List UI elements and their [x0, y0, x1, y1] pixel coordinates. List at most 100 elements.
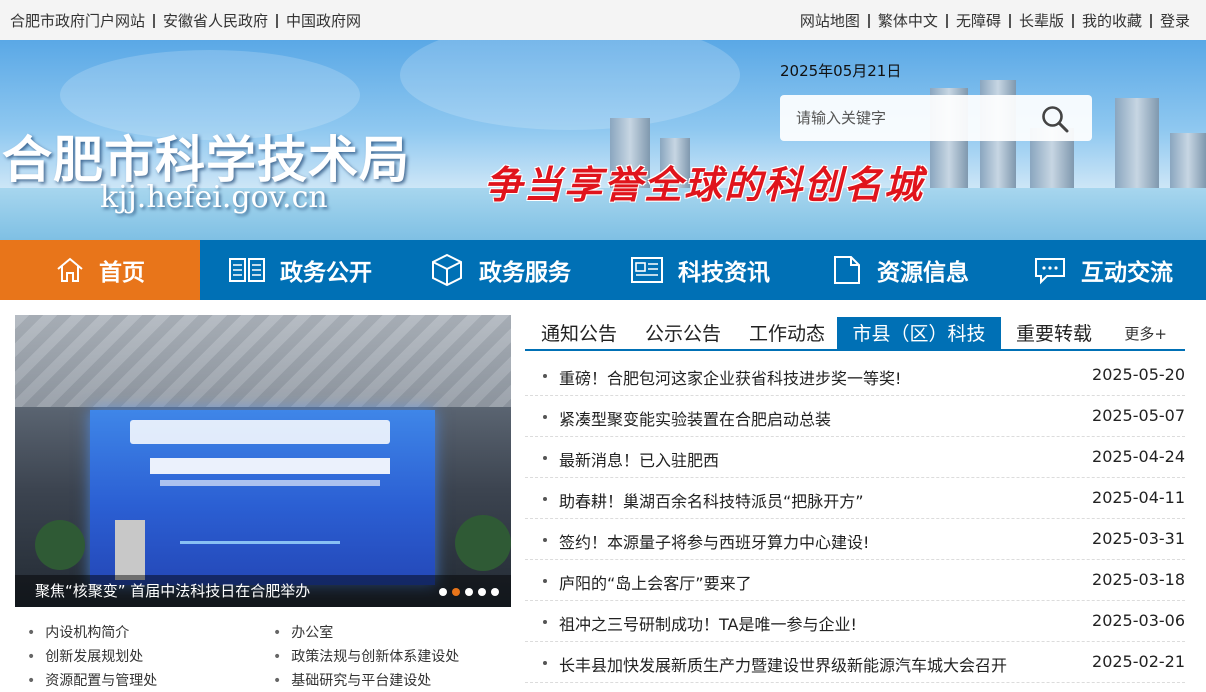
- org-link[interactable]: 办公室: [273, 622, 333, 642]
- slogan: 争当享誉全球的科创名城: [484, 162, 925, 207]
- list-item[interactable]: 签约！本源量子将参与西班牙算力中心建设! 2025-03-31: [525, 519, 1185, 560]
- carousel-photo-plant: [455, 515, 511, 571]
- bullet-icon: [543, 374, 547, 378]
- nav-label: 政务服务: [479, 260, 571, 286]
- link-anhui-gov[interactable]: 安徽省人民政府: [163, 10, 268, 31]
- list-item[interactable]: 庐阳的“岛上会客厅”要来了 2025-03-18: [525, 560, 1185, 601]
- news-title: 庐阳的“岛上会客厅”要来了: [559, 574, 752, 593]
- news-tabs: 通知公告 公示公告 工作动态 市县（区）科技 重要转载 更多+: [525, 315, 1185, 351]
- news-date: 2025-03-18: [1092, 570, 1185, 589]
- building-decoration: [1115, 98, 1159, 188]
- news-title: 长丰县加快发展新质生产力暨建设世界级新能源汽车城大会召开: [559, 656, 1008, 675]
- screen-text-shape: [160, 480, 380, 486]
- link-accessibility[interactable]: 无障碍: [956, 10, 1001, 31]
- search-icon[interactable]: [1040, 104, 1070, 134]
- search-input[interactable]: [780, 95, 1030, 141]
- news-date: 2025-02-21: [1092, 652, 1185, 671]
- bullet-icon: [543, 497, 547, 501]
- org-link[interactable]: 资源配置与管理处: [27, 670, 157, 690]
- list-item[interactable]: 祖冲之三号研制成功！TA是唯一参与企业! 2025-03-06: [525, 601, 1185, 642]
- list-item[interactable]: 助春耕！巢湖百余名科技特派员“把脉开方” 2025-04-11: [525, 478, 1185, 519]
- carousel-photo-podium: [115, 520, 145, 580]
- nav-label: 首页: [99, 260, 145, 286]
- main-nav: 首页 政务公开 政务服务 科技资讯 资源信息 互动交流: [0, 240, 1206, 300]
- carousel-dot[interactable]: [491, 588, 499, 596]
- news-title: 最新消息！已入驻肥西: [559, 451, 720, 470]
- bullet-icon: [543, 415, 547, 419]
- book-icon: [229, 258, 265, 282]
- site-domain: kjj.hefei.gov.cn: [100, 180, 328, 215]
- tab-work-updates[interactable]: 工作动态: [735, 317, 839, 351]
- link-china-gov[interactable]: 中国政府网: [286, 10, 361, 31]
- nav-government-affairs[interactable]: 政务公开: [200, 240, 400, 300]
- news-title: 紧凑型聚变能实验装置在合肥启动总装: [559, 410, 832, 429]
- tab-county-district-tech[interactable]: 市县（区）科技: [837, 317, 1001, 351]
- bullet-icon: [543, 456, 547, 460]
- news-date: 2025-05-07: [1092, 406, 1185, 425]
- list-item[interactable]: 紧凑型聚变能实验装置在合肥启动总装 2025-05-07: [525, 396, 1185, 437]
- org-link[interactable]: 政策法规与创新体系建设处: [273, 646, 459, 666]
- divider: [1071, 13, 1074, 28]
- carousel-dot[interactable]: [478, 588, 486, 596]
- news-date: 2025-05-20: [1092, 365, 1185, 384]
- current-date: 2025年05月21日: [780, 62, 902, 80]
- news-panel: 通知公告 公示公告 工作动态 市县（区）科技 重要转载 更多+ 重磅！合肥包河这…: [525, 315, 1185, 692]
- bullet-icon: [543, 538, 547, 542]
- home-icon: [57, 257, 83, 282]
- org-link[interactable]: 创新发展规划处: [27, 646, 143, 666]
- tab-public-announcements[interactable]: 公示公告: [631, 317, 735, 351]
- link-my-favorites[interactable]: 我的收藏: [1082, 10, 1142, 31]
- more-link[interactable]: 更多+: [1124, 323, 1167, 344]
- link-hefei-portal[interactable]: 合肥市政府门户网站: [10, 10, 145, 31]
- news-title: 重磅！合肥包河这家企业获省科技进步奖一等奖!: [559, 369, 902, 388]
- news-title: 助春耕！巢湖百余名科技特派员“把脉开方”: [559, 492, 864, 511]
- divider: [1149, 13, 1152, 28]
- newspaper-icon: [631, 257, 663, 283]
- org-link[interactable]: 基础研究与平台建设处: [273, 670, 431, 690]
- list-item[interactable]: 重磅！合肥包河这家企业获省科技进步奖一等奖! 2025-05-20: [525, 355, 1185, 396]
- tab-notices[interactable]: 通知公告: [527, 317, 631, 351]
- screen-text-shape: [150, 458, 390, 474]
- carousel-caption-text: 聚焦“核聚变” 首届中法科技日在合肥举办: [35, 582, 311, 600]
- header-banner: 合肥市科学技术局 kjj.hefei.gov.cn 争当享誉全球的科创名城 20…: [0, 40, 1206, 240]
- link-traditional-chinese[interactable]: 繁体中文: [878, 10, 938, 31]
- nav-government-services[interactable]: 政务服务: [400, 240, 600, 300]
- bullet-icon: [543, 620, 547, 624]
- carousel-dots: [434, 588, 499, 596]
- search-box: [780, 95, 1092, 141]
- bullet-icon: [543, 661, 547, 665]
- news-date: 2025-03-06: [1092, 611, 1185, 630]
- carousel-dot[interactable]: [439, 588, 447, 596]
- carousel-photo-ceiling: [15, 315, 511, 407]
- chat-icon: [1035, 258, 1065, 285]
- nav-label: 资源信息: [877, 260, 969, 286]
- news-title: 祖冲之三号研制成功！TA是唯一参与企业!: [559, 615, 857, 634]
- news-carousel[interactable]: 聚焦“核聚变” 首届中法科技日在合肥举办: [15, 315, 511, 607]
- carousel-dot-active[interactable]: [452, 588, 460, 596]
- nav-tech-news[interactable]: 科技资讯: [600, 240, 800, 300]
- news-date: 2025-04-24: [1092, 447, 1185, 466]
- nav-home[interactable]: 首页: [0, 240, 200, 300]
- org-link[interactable]: 内设机构简介: [27, 622, 129, 642]
- news-date: 2025-04-11: [1092, 488, 1185, 507]
- folder-icon: [834, 256, 860, 284]
- nav-resource-info[interactable]: 资源信息: [800, 240, 1000, 300]
- link-login[interactable]: 登录: [1160, 10, 1190, 31]
- carousel-dot[interactable]: [465, 588, 473, 596]
- news-date: 2025-03-31: [1092, 529, 1185, 548]
- top-bar: 合肥市政府门户网站 安徽省人民政府 中国政府网 网站地图 繁体中文 无障碍 长辈…: [0, 0, 1206, 40]
- nav-label: 互动交流: [1081, 260, 1173, 286]
- divider: [867, 13, 870, 28]
- top-right-links: 网站地图 繁体中文 无障碍 长辈版 我的收藏 登录: [800, 10, 1190, 31]
- screen-skyline-shape: [180, 520, 340, 544]
- bullet-icon: [543, 579, 547, 583]
- divider: [153, 13, 156, 28]
- nav-interaction[interactable]: 互动交流: [1000, 240, 1206, 300]
- screen-banner-shape: [130, 420, 390, 444]
- link-sitemap[interactable]: 网站地图: [800, 10, 860, 31]
- tab-reposts[interactable]: 重要转载: [1001, 317, 1107, 351]
- list-item[interactable]: 最新消息！已入驻肥西 2025-04-24: [525, 437, 1185, 478]
- link-elder-version[interactable]: 长辈版: [1019, 10, 1064, 31]
- list-item[interactable]: 长丰县加快发展新质生产力暨建设世界级新能源汽车城大会召开 2025-02-21: [525, 642, 1185, 683]
- carousel-photo-plant: [35, 520, 85, 570]
